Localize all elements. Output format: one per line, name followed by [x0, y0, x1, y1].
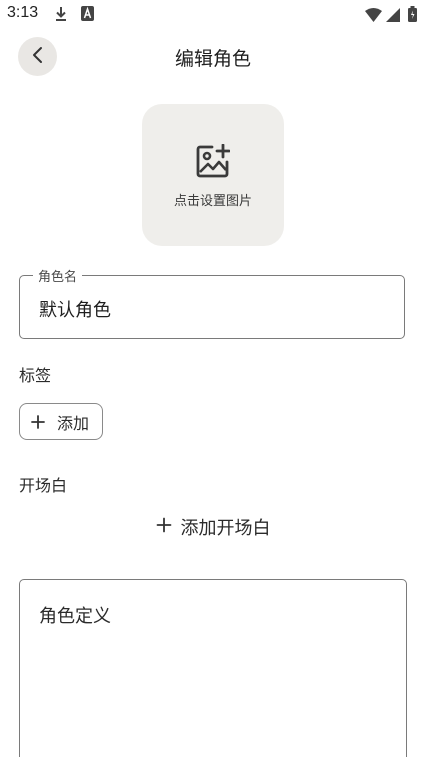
role-definition-input[interactable]: 角色定义: [19, 579, 407, 757]
add-opening-label: 添加开场白: [180, 518, 271, 539]
opening-label: 开场白: [19, 476, 68, 495]
role-definition-placeholder: 角色定义: [39, 606, 111, 627]
add-image-icon: [196, 143, 231, 182]
signal-icon: [386, 7, 400, 26]
plus-icon: [30, 414, 46, 430]
download-icon: [54, 6, 68, 26]
image-picker-label: 点击设置图片: [173, 194, 252, 209]
tags-label: 标签: [19, 366, 52, 385]
image-picker[interactable]: 点击设置图片: [142, 104, 284, 246]
add-tag-button[interactable]: 添加: [19, 403, 103, 440]
page-title: 编辑角色: [174, 48, 251, 70]
wifi-icon: [365, 7, 382, 26]
role-name-label: 角色名: [33, 266, 83, 285]
a-badge-icon: [81, 6, 94, 25]
add-tag-label: 添加: [57, 413, 90, 433]
status-bar: 3:13: [0, 0, 426, 30]
role-name-field[interactable]: 角色名 默认角色: [19, 266, 405, 339]
role-name-value[interactable]: 默认角色: [39, 296, 111, 322]
plus-icon: [156, 517, 172, 537]
status-time: 3:13: [7, 4, 39, 21]
battery-icon: [408, 6, 417, 26]
add-opening-button[interactable]: 添加开场白: [0, 514, 426, 540]
